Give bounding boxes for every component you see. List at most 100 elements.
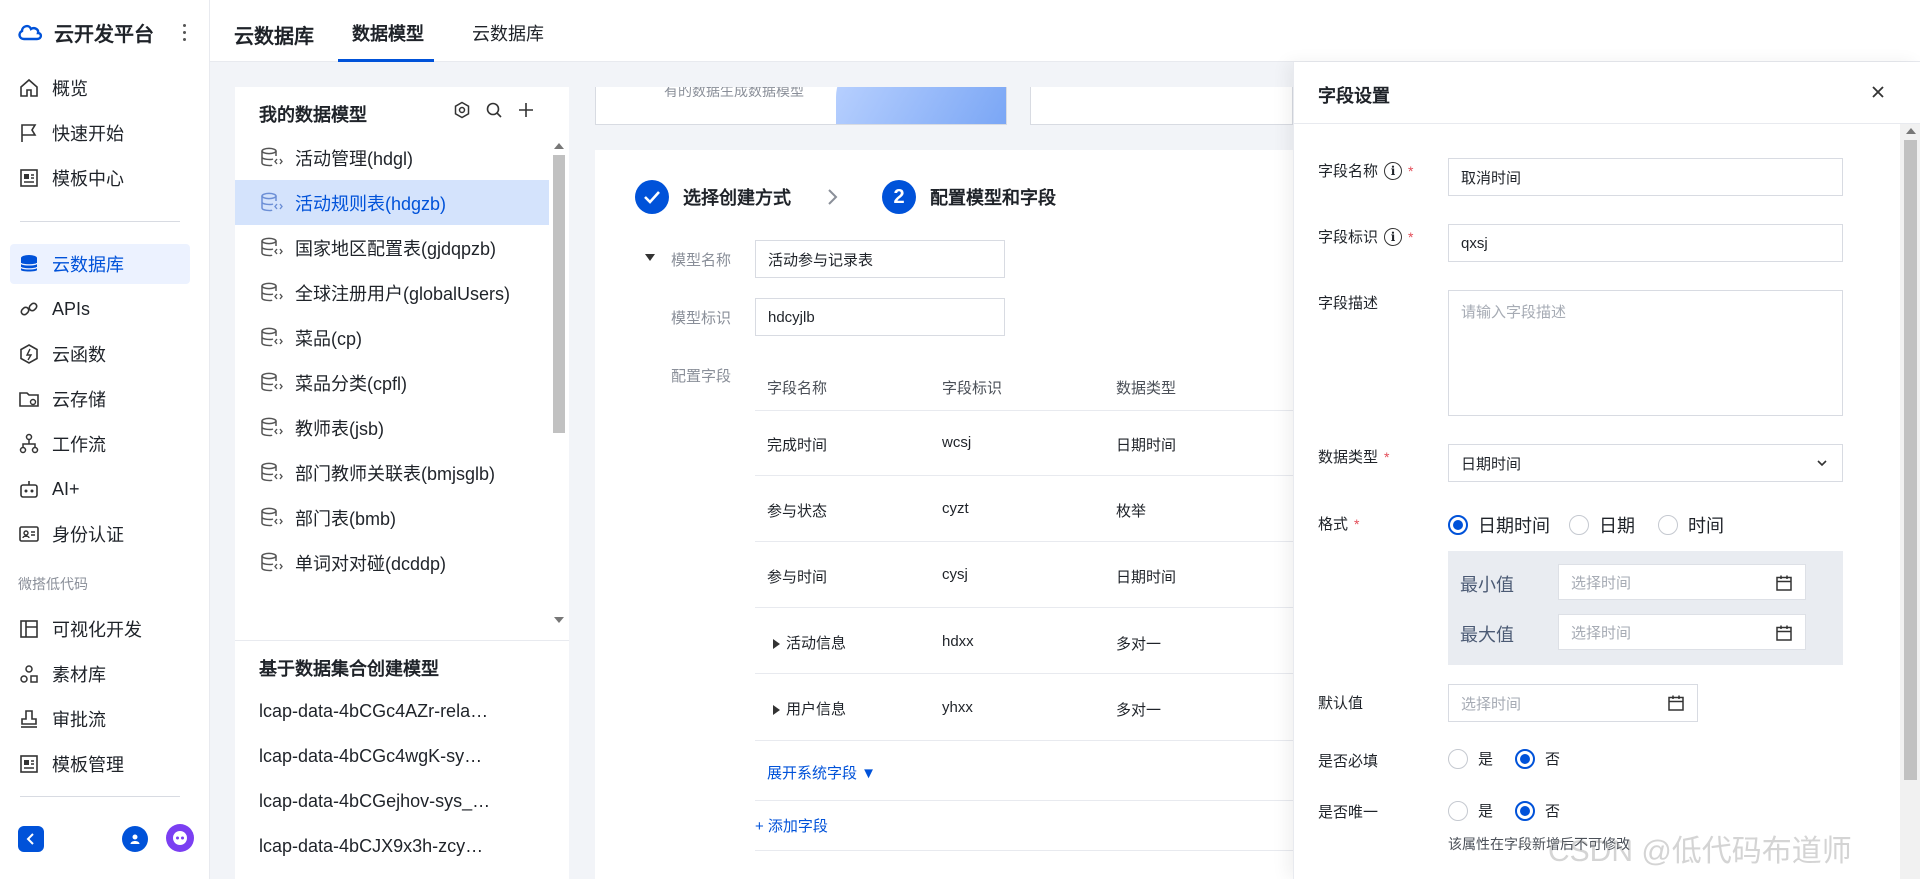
divider — [755, 541, 1293, 542]
divider — [755, 475, 1293, 476]
creation-option-card[interactable] — [1030, 87, 1293, 125]
dataset-item[interactable]: lcap-data-4bCJX9x3h-zcy… — [259, 836, 483, 857]
tab-data-model[interactable]: 数据模型 — [352, 20, 424, 46]
model-list-item[interactable]: 班级表(bjb) — [235, 585, 549, 597]
scroll-up-arrow-icon[interactable] — [554, 143, 564, 149]
default-value-picker[interactable]: 选择时间 — [1448, 684, 1698, 722]
active-tab-indicator — [338, 59, 434, 62]
scrollbar-thumb[interactable] — [1904, 140, 1917, 780]
field-id-input[interactable]: qxsj — [1448, 224, 1843, 262]
unique-radio-yes[interactable]: 是 — [1448, 800, 1493, 821]
model-list-item[interactable]: 教师表(jsb) — [235, 405, 549, 450]
sidebar-item-visual-dev[interactable]: 可视化开发 — [10, 609, 190, 649]
required-mark: * — [1408, 228, 1414, 245]
cell-field-name: 完成时间 — [767, 437, 828, 454]
robot-icon — [18, 478, 40, 500]
user-avatar-button[interactable] — [122, 826, 148, 852]
model-list-scrollbar[interactable] — [549, 139, 569, 629]
model-list-item[interactable]: 菜品分类(cpfl) — [235, 360, 549, 405]
sidebar-item-approval[interactable]: 审批流 — [10, 699, 190, 739]
model-list-item-label: 菜品分类(cpfl) — [295, 373, 407, 394]
cell-data-type: 多对一 — [1116, 702, 1162, 719]
expandable-row-name[interactable]: 活动信息 — [773, 632, 846, 653]
template-manage-icon — [18, 753, 40, 775]
required-radio-yes[interactable]: 是 — [1448, 748, 1493, 769]
dataset-item[interactable]: lcap-data-4bCGc4AZr-rela… — [259, 701, 488, 722]
radio-dot — [1448, 748, 1468, 769]
min-value-picker[interactable]: 选择时间 — [1558, 564, 1806, 600]
dataset-item[interactable]: lcap-data-4bCGejhov-sys_… — [259, 791, 490, 812]
format-radio-date[interactable]: 日期 — [1569, 512, 1635, 538]
format-radio-time[interactable]: 时间 — [1658, 512, 1724, 538]
model-list-item[interactable]: 部门教师关联表(bmjsglb) — [235, 450, 549, 495]
sidebar-item-auth[interactable]: 身份认证 — [10, 514, 190, 554]
min-value-label: 最小值 — [1460, 575, 1514, 595]
required-radio-no[interactable]: 否 — [1515, 748, 1560, 769]
search-icon[interactable] — [485, 101, 503, 119]
field-desc-textarea[interactable]: 请输入字段描述 — [1448, 290, 1843, 416]
sidebar-item-apis[interactable]: APIs — [10, 289, 190, 329]
model-list-item[interactable]: 全球注册用户(globalUsers) — [235, 270, 549, 315]
brand-name: 云开发平台 — [54, 23, 154, 46]
collapse-sidebar-button[interactable] — [18, 826, 44, 852]
info-icon[interactable]: i — [1384, 227, 1403, 246]
sidebar-item-cloud-function[interactable]: 云函数 — [10, 334, 190, 374]
more-menu-icon[interactable] — [176, 18, 192, 46]
model-list-item[interactable]: 部门表(bmb) — [235, 495, 549, 540]
expand-system-fields-link[interactable]: 展开系统字段 ▼ — [767, 762, 876, 783]
model-id-input[interactable]: hdcyjlb — [755, 298, 1005, 336]
model-list-item[interactable]: 菜品(cp) — [235, 315, 549, 360]
format-radio-datetime[interactable]: 日期时间 — [1448, 512, 1550, 538]
model-list-item[interactable]: 活动规则表(hdgzb) — [235, 180, 549, 225]
sidebar-item-workflow[interactable]: 工作流 — [10, 424, 190, 464]
sidebar-item-overview[interactable]: 概览 — [10, 68, 190, 108]
field-name-input[interactable]: 取消时间 — [1448, 158, 1843, 196]
scrollbar-thumb[interactable] — [553, 155, 565, 433]
expand-arrow-icon[interactable] — [773, 705, 780, 716]
cell-data-type: 日期时间 — [1116, 437, 1177, 454]
expand-arrow-icon[interactable] — [773, 639, 780, 650]
max-value-picker[interactable]: 选择时间 — [1558, 614, 1806, 650]
sidebar-item-quickstart[interactable]: 快速开始 — [10, 113, 190, 153]
model-list-item[interactable]: 单词对对碰(dcddp) — [235, 540, 549, 585]
dataset-item[interactable]: lcap-data-4bCGc4wgK-sy… — [259, 746, 482, 767]
model-id-label: 模型标识 — [671, 310, 732, 327]
expandable-row-name[interactable]: 用户信息 — [773, 698, 846, 719]
sidebar-item-template-center[interactable]: 模板中心 — [10, 158, 190, 198]
cell-field-name: 参与状态 — [767, 503, 828, 520]
tab-cloud-database[interactable]: 云数据库 — [472, 20, 544, 46]
sidebar-item-cloud-storage[interactable]: 云存储 — [10, 379, 190, 419]
info-icon[interactable]: i — [1384, 161, 1403, 180]
drawer-scrollbar[interactable] — [1900, 124, 1920, 879]
radio-label: 时间 — [1688, 516, 1724, 536]
sidebar-item-database[interactable]: 云数据库 — [10, 244, 190, 284]
brand[interactable]: 云开发平台 — [16, 18, 154, 46]
scroll-down-arrow-icon[interactable] — [554, 617, 564, 623]
cell-field-id: cysj — [942, 566, 968, 583]
folder-icon — [18, 388, 40, 410]
collapse-triangle-icon[interactable] — [645, 254, 655, 261]
add-icon[interactable] — [517, 101, 535, 119]
sidebar-item-label: 快速开始 — [52, 124, 124, 144]
assistant-bot-button[interactable] — [166, 824, 194, 852]
id-card-icon — [18, 523, 40, 545]
settings-icon[interactable] — [453, 101, 471, 119]
divider — [20, 796, 180, 797]
add-field-link[interactable]: + 添加字段 — [755, 815, 828, 836]
workflow-icon — [18, 433, 40, 455]
radio-dot — [1448, 515, 1468, 535]
model-name-input[interactable]: 活动参与记录表 — [755, 240, 1005, 278]
model-list-item[interactable]: 活动管理(hdgl) — [235, 135, 549, 180]
creation-option-card[interactable]: 有的数据生成数据模型 — [595, 87, 1007, 125]
model-list-item[interactable]: 国家地区配置表(gjdqpzb) — [235, 225, 549, 270]
sidebar-item-template-manage[interactable]: 模板管理 — [10, 744, 190, 784]
database-icon — [18, 253, 40, 275]
sidebar-item-assets[interactable]: 素材库 — [10, 654, 190, 694]
divider — [755, 410, 1293, 411]
scroll-up-arrow-icon[interactable] — [1906, 128, 1916, 134]
unique-radio-no[interactable]: 否 — [1515, 800, 1560, 821]
data-type-select[interactable]: 日期时间 — [1448, 444, 1843, 482]
sidebar-item-ai[interactable]: AI+ — [10, 469, 190, 509]
calendar-icon — [1776, 625, 1792, 641]
close-icon[interactable] — [1870, 84, 1886, 100]
